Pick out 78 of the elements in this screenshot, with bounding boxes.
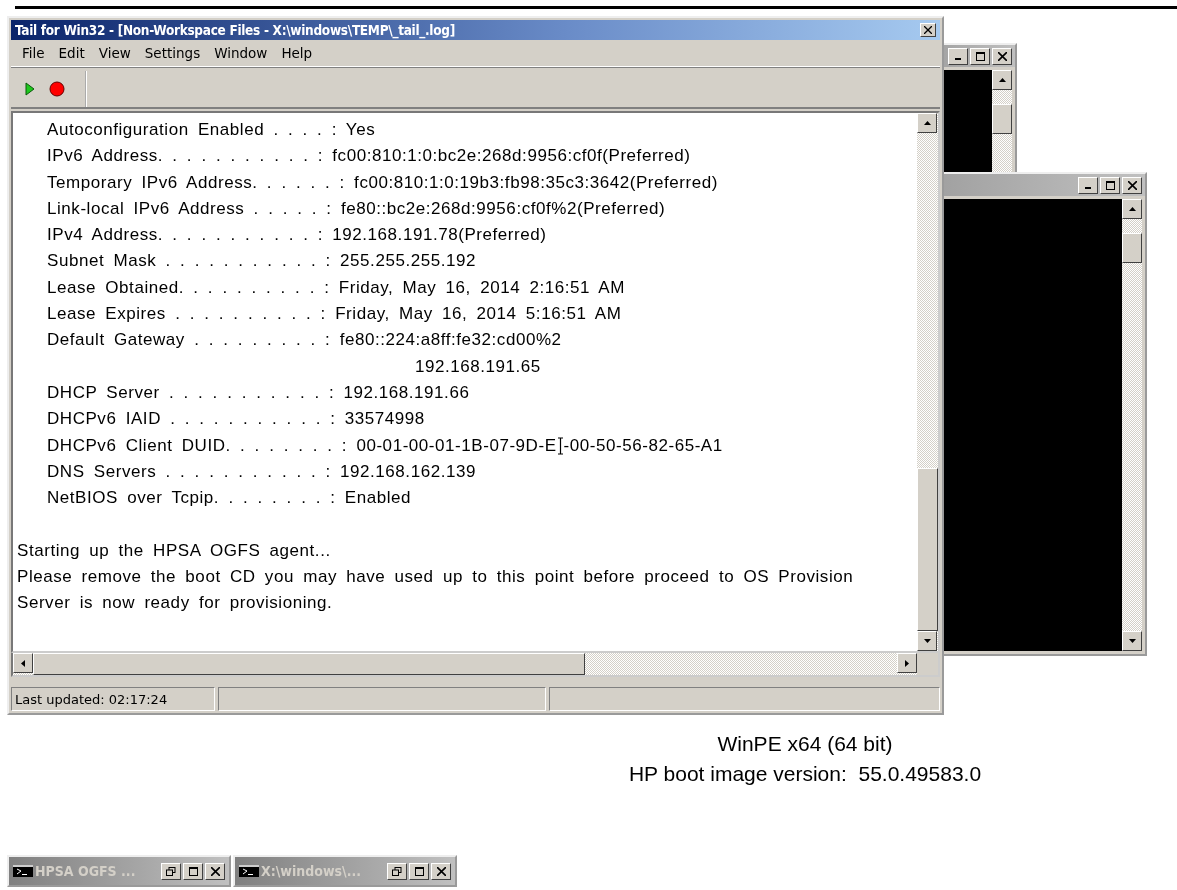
scroll-up-button[interactable] [992,70,1012,90]
log-line: DHCP Server . . . . . . . . . . . : 192.168.191.66 [47,382,470,402]
log-line: -00-50-56-82-65-A1 [563,434,723,457]
log-line: DHCPv6 IAID . . . . . . . . . . . : 33574998 [47,409,425,429]
log-line: NetBIOS over Tcpip. . . . . . . . : Enabled [47,488,412,508]
maximize-icon [188,866,198,876]
maximize-icon [975,51,985,61]
restore-icon [392,866,402,876]
close-button[interactable] [205,862,225,880]
scroll-up-button[interactable] [1122,199,1142,219]
window-title: X:\windows\... [261,863,363,879]
maximize-icon [1105,180,1115,190]
maximize-button[interactable] [1100,176,1120,194]
info-text: HP boot image version: 55.0.49583.0 [628,762,982,786]
maximize-button[interactable] [970,47,990,65]
up-arrow-icon [998,78,1006,82]
close-icon [436,866,446,876]
log-line: 192.168.191.65 [415,356,541,376]
maximize-button[interactable] [183,862,203,880]
log-line: Autoconfiguration Enabled . . . . : Yes [47,120,376,139]
info-text: WinPE x64 (64 bit) [717,732,893,756]
restore-button[interactable] [161,862,181,880]
log-line: Please remove the boot CD you may have used up to this point before proceed to OS Provision [17,567,854,587]
log-line: IPv4 Address. . . . . . . . . . . : 192.168.191.78(Preferred) [47,225,547,245]
log-line: Default Gateway . . . . . . . . . : fe80::224:a8ff:fe32:cd00%2 [47,330,562,350]
menu-item[interactable]: Help [274,43,320,63]
log-line: Server is now ready for provisioning. [17,593,333,613]
menu-item[interactable]: Window [207,43,275,63]
scroll-right-button[interactable] [897,653,917,673]
log-line: IPv6 Address. . . . . . . . . . . : fc00:810:1:0:bc2e:268d:9956:cf0f(Preferred) [47,146,691,166]
close-icon [924,26,932,34]
scroll-thumb[interactable] [33,653,585,675]
stop-icon[interactable] [49,81,65,97]
menu-item[interactable]: View [91,43,138,63]
scroll-down-button[interactable] [1122,631,1142,651]
right-arrow-icon [905,659,909,667]
close-button[interactable] [1122,176,1142,194]
maximize-icon [414,866,424,876]
scroll-down-button[interactable] [917,631,937,651]
text-cursor-icon [556,436,564,455]
console-icon [13,865,33,877]
log-line: Temporary IPv6 Address. . . . . . : fc00:810:1:0:19b3:fb98:35c3:3642(Preferred) [47,172,718,192]
window-title: Tail for Win32 - [Non-Workspace Files - X:\windows\TEMP\_tail_.log] [15,22,455,38]
log-line: DHCPv6 Client DUID. . . . . . . . : 00-01-00-01-1B-07-9D-E [47,434,557,457]
restore-icon [166,866,176,876]
log-line: DNS Servers . . . . . . . . . . . : 192.168.162.139 [47,461,476,481]
scroll-thumb[interactable] [917,468,938,631]
status-text: Last updated: 02:17:24 [11,687,215,711]
window-title: HPSA OGFS ... [35,863,137,879]
close-icon [210,866,220,876]
up-arrow-icon [923,121,931,125]
maximize-button[interactable] [409,862,429,880]
menu-item[interactable]: Settings [137,43,208,63]
minimize-button[interactable] [1078,176,1098,194]
menu-item[interactable]: File [15,43,52,63]
scroll-thumb[interactable] [1122,233,1142,263]
scroll-thumb[interactable] [992,104,1012,134]
scroll-up-button[interactable] [917,113,937,133]
close-icon [997,51,1007,61]
play-icon[interactable] [25,82,35,96]
scroll-left-button[interactable] [13,653,33,673]
restore-button[interactable] [387,862,407,880]
close-button[interactable] [992,47,1012,65]
log-line: Lease Expires . . . . . . . . . . : Friday, May 16, 2014 5:16:51 AM [47,304,622,324]
minimize-button[interactable] [948,47,968,65]
close-button[interactable] [431,862,451,880]
menu-item[interactable]: Edit [51,43,92,63]
left-arrow-icon [21,659,25,667]
log-line: Link-local IPv6 Address . . . . . : fe80::bc2e:268d:9956:cf0f%2(Preferred) [47,198,666,218]
down-arrow-icon [923,639,931,643]
log-line: Starting up the HPSA OGFS agent... [17,540,331,560]
console-icon [239,865,259,877]
up-arrow-icon [1128,207,1136,211]
log-line: Lease Obtained. . . . . . . . . . : Friday, May 16, 2014 2:16:51 AM [47,277,625,297]
close-icon [1127,180,1137,190]
log-line: Subnet Mask . . . . . . . . . . . : 255.255.255.192 [47,251,476,271]
down-arrow-icon [1128,639,1136,643]
close-button[interactable] [920,23,936,37]
